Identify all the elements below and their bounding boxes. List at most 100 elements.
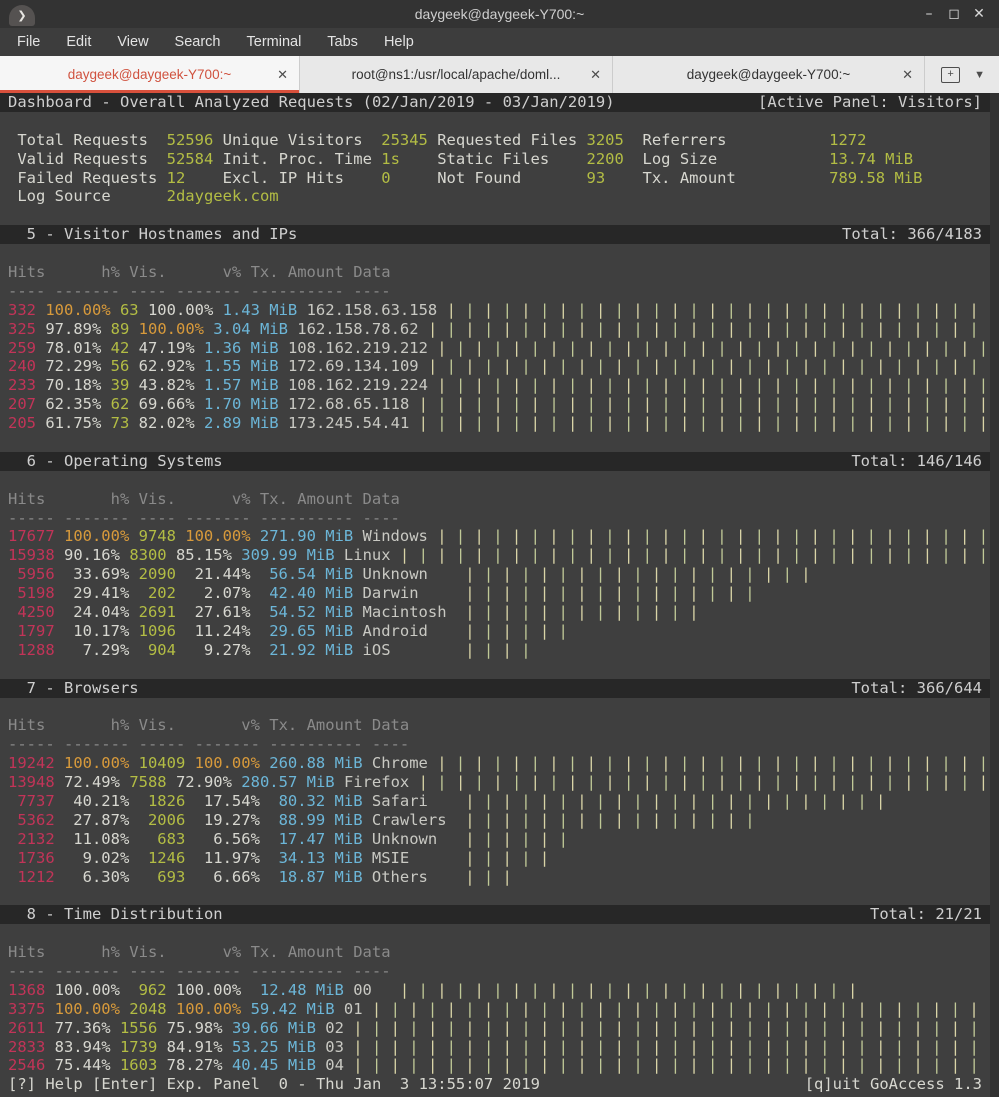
cell-hits-percent: 27.87% bbox=[64, 811, 129, 830]
cell-tx-amount: 53.25 MiB bbox=[232, 1038, 316, 1057]
cell-tx-amount: 2.89 MiB bbox=[204, 414, 279, 433]
bar-tick: | bbox=[708, 1019, 717, 1038]
bar-tick: | bbox=[605, 414, 614, 433]
menu-item-search[interactable]: Search bbox=[162, 28, 234, 56]
cell-tx-amount: 54.52 MiB bbox=[260, 603, 353, 622]
bar-tick: | bbox=[559, 603, 568, 622]
bar-tick: | bbox=[456, 527, 465, 546]
cell-tx-amount: 29.65 MiB bbox=[260, 622, 353, 641]
bar-tick: | bbox=[503, 603, 512, 622]
bar-tick: | bbox=[465, 830, 474, 849]
summary-value: 1272 bbox=[829, 131, 866, 150]
menu-item-view[interactable]: View bbox=[104, 28, 161, 56]
bar-tick: | bbox=[755, 376, 764, 395]
cell-hits-percent: 77.36% bbox=[55, 1019, 111, 1038]
bar-tick: | bbox=[475, 773, 484, 792]
bar-tick: | bbox=[568, 527, 577, 546]
cell-hits-percent: 33.69% bbox=[64, 565, 129, 584]
bar-tick: | bbox=[484, 1000, 493, 1019]
cell-bar-chart: ||||||||||||||||||||||||||||||||||||||||… bbox=[437, 527, 999, 546]
cell-data: 03 bbox=[325, 1038, 344, 1057]
bar-tick: | bbox=[960, 527, 969, 546]
col-header-hpct: h% bbox=[55, 943, 120, 962]
bar-tick: | bbox=[717, 773, 726, 792]
bar-tick: | bbox=[652, 357, 661, 376]
tab-close-icon[interactable]: ✕ bbox=[277, 67, 288, 83]
bar-tick: | bbox=[932, 320, 941, 339]
cell-hits-percent: 7.29% bbox=[64, 641, 129, 660]
cell-bar-chart: ||||||||||||||||||||||||||||||||||||||||… bbox=[428, 320, 999, 339]
bar-tick: | bbox=[615, 603, 624, 622]
bar-tick: | bbox=[699, 414, 708, 433]
bar-tick: | bbox=[904, 754, 913, 773]
bar-tick: | bbox=[876, 1019, 885, 1038]
cell-hits: 332 bbox=[8, 301, 36, 320]
tab-close-icon[interactable]: ✕ bbox=[902, 67, 913, 83]
bar-tick: | bbox=[596, 301, 605, 320]
bar-tick: | bbox=[839, 1038, 848, 1057]
terminal-tab-1[interactable]: daygeek@daygeek-Y700:~✕ bbox=[0, 56, 300, 93]
new-tab-icon[interactable]: + bbox=[941, 67, 960, 83]
bar-tick: | bbox=[820, 1019, 829, 1038]
bar-tick: | bbox=[633, 357, 642, 376]
bar-tick: | bbox=[755, 414, 764, 433]
bar-tick: | bbox=[885, 376, 894, 395]
cell-bar-chart: |||| bbox=[465, 641, 540, 660]
bar-tick: | bbox=[633, 603, 642, 622]
bar-tick: | bbox=[475, 339, 484, 358]
bar-tick: | bbox=[447, 1019, 456, 1038]
bar-tick: | bbox=[465, 357, 474, 376]
bar-tick: | bbox=[699, 546, 708, 565]
bar-tick: | bbox=[671, 811, 680, 830]
cell-bar-chart: ||||||||||||||||||||||||||||||||||||||||… bbox=[419, 773, 999, 792]
menu-item-terminal[interactable]: Terminal bbox=[234, 28, 315, 56]
bar-tick: | bbox=[857, 1056, 866, 1075]
terminal-tab-2[interactable]: root@ns1:/usr/local/apache/doml...✕ bbox=[300, 56, 613, 93]
bar-tick: | bbox=[456, 339, 465, 358]
bar-tick: | bbox=[801, 1038, 810, 1057]
cell-hits: 207 bbox=[8, 395, 36, 414]
menu-item-help[interactable]: Help bbox=[371, 28, 427, 56]
bar-tick: | bbox=[503, 1056, 512, 1075]
bar-tick: | bbox=[652, 1000, 661, 1019]
summary-row: Failed Requests12Excl. IP Hits0Not Found… bbox=[0, 169, 990, 188]
panel-data-row: 595633.69%209021.44%56.54 MiBUnknown||||… bbox=[0, 565, 990, 584]
bar-tick: | bbox=[979, 546, 988, 565]
bar-tick: | bbox=[615, 357, 624, 376]
bar-tick: | bbox=[876, 1000, 885, 1019]
bar-tick: | bbox=[652, 301, 661, 320]
bar-tick: | bbox=[587, 395, 596, 414]
cell-hits-percent: 100.00% bbox=[45, 301, 110, 320]
bar-tick: | bbox=[465, 641, 474, 660]
bar-tick: | bbox=[699, 773, 708, 792]
bar-tick: | bbox=[437, 546, 446, 565]
tab-dropdown-icon[interactable]: ▼ bbox=[974, 69, 985, 81]
terminal-scrollbar[interactable] bbox=[990, 93, 999, 1097]
cell-tx-amount: 280.57 MiB bbox=[241, 773, 334, 792]
menu-item-edit[interactable]: Edit bbox=[53, 28, 104, 56]
bar-tick: | bbox=[605, 395, 614, 414]
menu-item-tabs[interactable]: Tabs bbox=[314, 28, 371, 56]
bar-tick: | bbox=[633, 565, 642, 584]
bar-tick: | bbox=[829, 414, 838, 433]
cell-visitors: 2691 bbox=[139, 603, 176, 622]
bar-tick: | bbox=[540, 603, 549, 622]
panel-data-row: 20762.35%6269.66%1.70 MiB172.68.65.118||… bbox=[0, 395, 990, 414]
bar-tick: | bbox=[745, 1056, 754, 1075]
bar-tick: | bbox=[587, 773, 596, 792]
bar-tick: | bbox=[951, 1000, 960, 1019]
cell-hits-percent: 61.75% bbox=[45, 414, 101, 433]
bar-tick: | bbox=[577, 1019, 586, 1038]
cell-data: 01 bbox=[344, 1000, 363, 1019]
terminal-tab-3[interactable]: daygeek@daygeek-Y700:~✕ bbox=[613, 56, 925, 93]
menu-item-file[interactable]: File bbox=[4, 28, 53, 56]
close-button[interactable]: ✕ bbox=[971, 6, 987, 22]
tab-close-icon[interactable]: ✕ bbox=[590, 67, 601, 83]
maximize-button[interactable]: ◻ bbox=[946, 6, 962, 22]
terminal-viewport[interactable]: Dashboard - Overall Analyzed Requests (0… bbox=[0, 93, 990, 1097]
minimize-button[interactable]: – bbox=[921, 6, 937, 22]
bar-tick: | bbox=[531, 339, 540, 358]
bar-tick: | bbox=[605, 981, 614, 1000]
bar-tick: | bbox=[689, 1000, 698, 1019]
bar-tick: | bbox=[615, 584, 624, 603]
